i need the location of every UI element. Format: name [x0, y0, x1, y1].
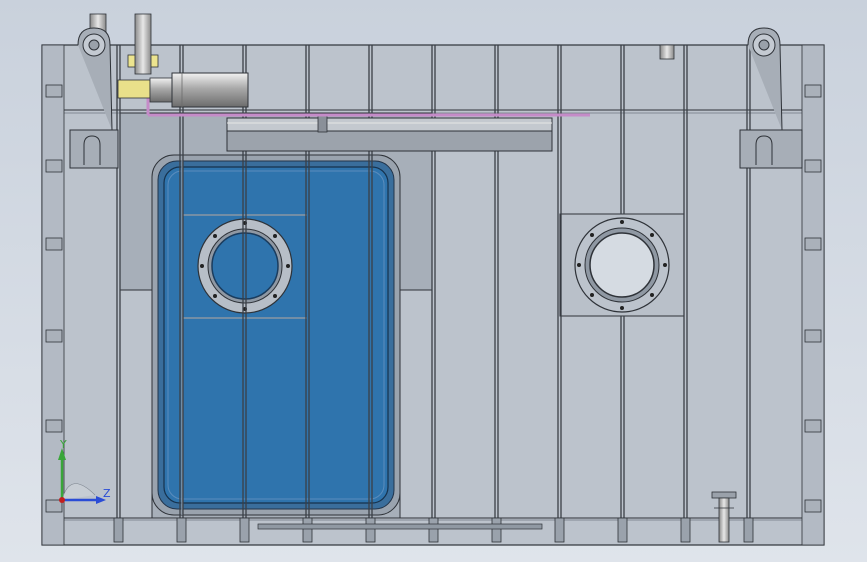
viewing-window	[151, 154, 401, 516]
triad-y-label: Y	[59, 438, 67, 451]
bottom-drain-rail	[257, 523, 543, 530]
porthole-left	[197, 218, 293, 314]
top-channel	[226, 115, 553, 152]
cad-drawing: Y Z	[41, 13, 825, 546]
porthole-right	[574, 217, 670, 313]
cad-viewport[interactable]: Y Z	[0, 0, 867, 562]
triad-z-label: Z	[103, 487, 111, 500]
